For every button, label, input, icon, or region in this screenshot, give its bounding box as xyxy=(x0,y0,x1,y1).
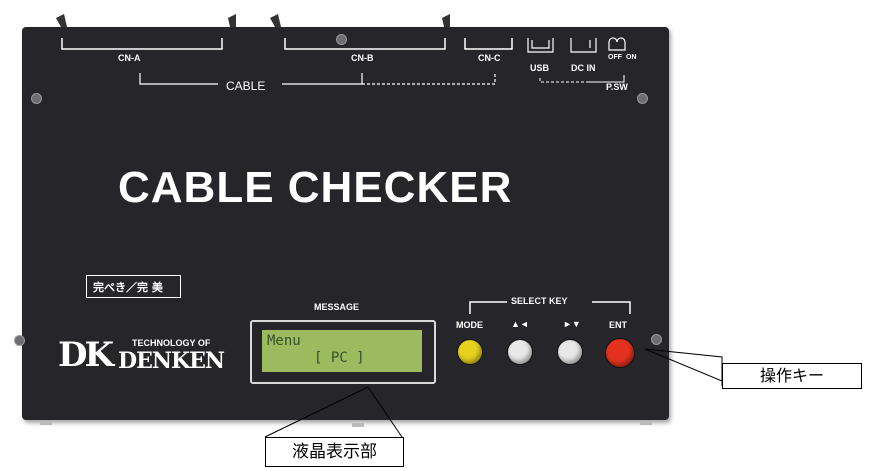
left-up-key-label: ▲◄ xyxy=(511,319,529,329)
usb-port-icon xyxy=(527,38,554,53)
lcd-line-2: [ PC ] xyxy=(314,350,365,366)
cn-b-label: CN-B xyxy=(351,53,374,63)
lcd-display-callout: 液晶表示部 xyxy=(265,437,404,467)
right-down-button[interactable] xyxy=(557,339,583,365)
select-key-label: SELECT KEY xyxy=(511,296,568,306)
sticker-text: 完べき／完 美 xyxy=(93,281,163,294)
dc-in-label: DC IN xyxy=(571,63,596,73)
main-title: CABLE CHECKER xyxy=(118,163,513,212)
screw-icon xyxy=(31,93,42,104)
lcd-line-1: Menu xyxy=(267,333,301,349)
operation-keys-callout: 操作キー xyxy=(722,363,862,389)
right-down-key-label: ►▼ xyxy=(563,319,581,329)
cn-a-label: CN-A xyxy=(118,53,141,63)
ent-button[interactable] xyxy=(605,338,635,368)
screw-icon xyxy=(14,335,25,346)
latch-icon xyxy=(56,14,67,27)
latch-icon xyxy=(442,14,450,27)
device-line-art xyxy=(40,14,735,438)
dk-logo-mark: DK xyxy=(58,335,114,375)
up-left-button[interactable] xyxy=(507,339,533,365)
dk-logo: DK xyxy=(58,335,114,375)
logo-name: DENKEN xyxy=(118,348,225,374)
on-label: ON xyxy=(626,54,637,61)
message-label: MESSAGE xyxy=(314,302,360,312)
latch-icon xyxy=(270,14,281,27)
mode-key-label: MODE xyxy=(456,320,483,330)
cable-label: CABLE xyxy=(226,79,266,93)
dc-in-port-icon xyxy=(570,38,597,53)
latch-icon xyxy=(228,14,236,27)
off-label: OFF xyxy=(608,54,622,61)
logo-tagline: TECHNOLOGY OF xyxy=(132,338,211,348)
lcd-display: Menu [ PC ] xyxy=(262,330,422,372)
ent-key-label: ENT xyxy=(609,320,627,330)
mode-button[interactable] xyxy=(457,339,483,365)
sticker: 完べき／完 美 xyxy=(86,275,181,298)
power-switch-icon xyxy=(608,37,626,51)
screw-icon xyxy=(336,34,347,45)
usb-label: USB xyxy=(530,63,550,73)
screw-icon xyxy=(651,334,662,345)
cn-c-label: CN-C xyxy=(478,53,501,63)
screw-icon xyxy=(637,93,648,104)
p-sw-label: P.SW xyxy=(606,82,628,92)
